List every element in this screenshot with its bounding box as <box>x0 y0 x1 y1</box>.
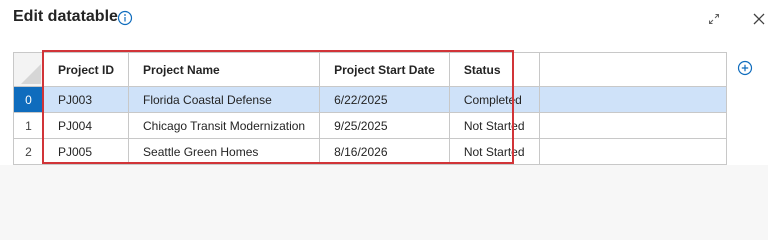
cell-project-start-date[interactable]: 9/25/2025 <box>319 112 450 139</box>
dialog-title: Edit datatable <box>13 8 118 25</box>
cell-project-start-date[interactable]: 8/16/2026 <box>319 138 450 165</box>
table-row[interactable]: 0 PJ003 Florida Coastal Defense 6/22/202… <box>13 86 728 113</box>
cell-project-id[interactable]: PJ004 <box>42 112 130 139</box>
column-header-project-start-date[interactable]: Project Start Date <box>319 52 450 87</box>
row-index[interactable]: 2 <box>13 138 44 165</box>
add-circle-icon[interactable] <box>737 60 753 76</box>
column-header-project-id[interactable]: Project ID <box>42 52 130 87</box>
cell-project-id[interactable]: PJ005 <box>42 138 130 165</box>
close-icon[interactable] <box>752 12 766 26</box>
datatable-grid: Project ID Project Name Project Start Da… <box>13 52 728 165</box>
select-all-corner[interactable] <box>13 52 44 87</box>
table-row[interactable]: 2 PJ005 Seattle Green Homes 8/16/2026 No… <box>13 138 728 165</box>
cell-project-name[interactable]: Florida Coastal Defense <box>128 86 321 113</box>
column-header-status[interactable]: Status <box>448 52 540 87</box>
table-row[interactable]: 1 PJ004 Chicago Transit Modernization 9/… <box>13 112 728 139</box>
cell-project-name[interactable]: Chicago Transit Modernization <box>128 112 321 139</box>
cell-project-id[interactable]: PJ003 <box>42 86 130 113</box>
cell-status[interactable]: Not Started <box>448 138 540 165</box>
cell-filler <box>538 138 728 165</box>
cell-project-name[interactable]: Seattle Green Homes <box>128 138 321 165</box>
dialog-header: Edit datatable <box>0 0 768 40</box>
header-row: Project ID Project Name Project Start Da… <box>13 52 728 87</box>
column-header-filler <box>538 52 728 87</box>
cell-status[interactable]: Not Started <box>448 112 540 139</box>
cell-filler <box>538 86 728 113</box>
cell-project-start-date[interactable]: 6/22/2025 <box>319 86 450 113</box>
info-icon[interactable] <box>117 10 133 26</box>
column-header-project-name[interactable]: Project Name <box>128 52 321 87</box>
cell-status[interactable]: Completed <box>448 86 540 113</box>
row-index[interactable]: 1 <box>13 112 44 139</box>
row-index[interactable]: 0 <box>13 86 44 113</box>
dialog-body-background <box>0 165 768 240</box>
expand-icon[interactable] <box>707 12 721 26</box>
cell-filler <box>538 112 728 139</box>
